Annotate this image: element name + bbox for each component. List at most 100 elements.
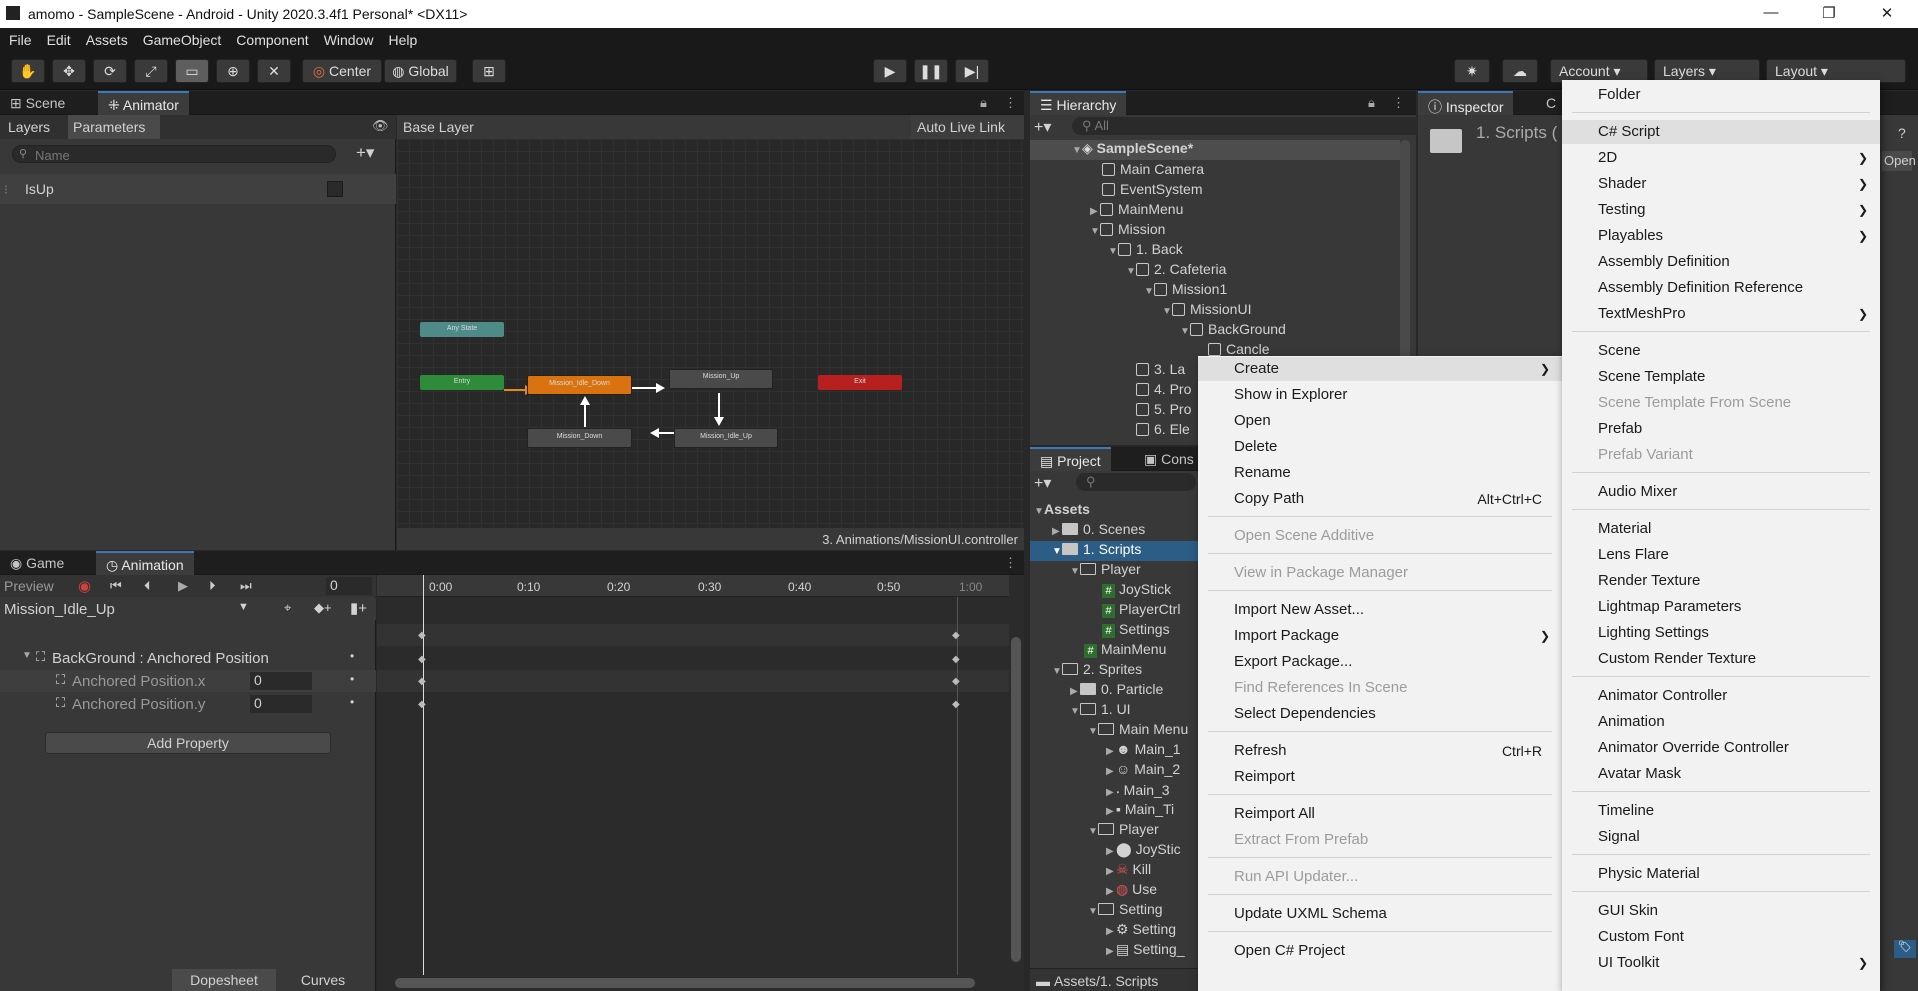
menu-item-shader[interactable]: Shader ❯ <box>1562 172 1880 196</box>
state-exit[interactable]: Exit <box>818 375 902 390</box>
keyframe-diamond-icon[interactable]: ◆ <box>418 699 426 710</box>
project-add-button[interactable]: +▾ <box>1034 473 1051 493</box>
project-item[interactable]: # Settings <box>1102 621 1170 641</box>
menu-item-delete[interactable]: Delete <box>1198 435 1562 459</box>
project-item[interactable]: ▼Assets <box>1034 501 1090 521</box>
tab-console[interactable]: ▣ Cons <box>1134 447 1204 471</box>
kebab-menu-icon[interactable]: ⋮ <box>1004 555 1017 571</box>
menu-item-textmeshpro[interactable]: TextMeshPro ❯ <box>1562 302 1880 326</box>
tab-scene[interactable]: ⊞ Scene <box>0 91 75 115</box>
project-item[interactable]: ▼ Main Menu <box>1088 721 1188 741</box>
eye-icon[interactable]: 👁︎ <box>372 118 389 134</box>
rect-tool-icon[interactable]: ▭ <box>175 59 209 83</box>
property-group-row[interactable]: ▼ ⛶ BackGround : Anchored Position • <box>0 647 376 669</box>
hierarchy-item[interactable]: EventSystem <box>1102 181 1202 201</box>
project-item[interactable]: ▶ ⬤ JoyStic <box>1106 841 1181 861</box>
project-item[interactable]: ▼ Player <box>1088 821 1159 841</box>
hierarchy-item-scene[interactable]: ▼◈ SampleScene* <box>1030 140 1400 160</box>
snap-icon[interactable]: ⊞ <box>472 59 506 83</box>
project-item[interactable]: ▶ ◍ Use <box>1106 881 1157 901</box>
add-parameter-button[interactable]: +▾ <box>356 143 374 163</box>
curves-tab[interactable]: Curves <box>280 969 366 991</box>
pivot-global-toggle[interactable]: ◍ Global <box>384 59 457 83</box>
menu-item-custom-render-texture[interactable]: Custom Render Texture <box>1562 647 1880 671</box>
preview-toggle[interactable]: Preview <box>4 578 64 594</box>
state-any-state[interactable]: Any State <box>420 322 504 337</box>
menu-item-render-texture[interactable]: Render Texture <box>1562 569 1880 593</box>
expand-triangle-icon[interactable]: ▼ <box>22 650 32 661</box>
keyframe-diamond-icon[interactable]: ◆ <box>418 654 426 665</box>
project-item[interactable]: ▶ ☺ Main_2 <box>1106 761 1180 781</box>
project-item[interactable]: ▶ ▪ Main_Ti <box>1106 801 1174 821</box>
menu-item-export-package[interactable]: Export Package... <box>1198 650 1562 674</box>
state-mission-up[interactable]: Mission_Up <box>669 369 773 389</box>
clip-dropdown[interactable]: Mission_Idle_Up <box>4 601 254 618</box>
menu-item-reimport-all[interactable]: Reimport All <box>1198 802 1562 826</box>
step-button[interactable]: ▶| <box>955 59 989 83</box>
state-mission-idle-down[interactable]: Mission_Idle_Down <box>527 375 632 395</box>
menu-item-animator-controller[interactable]: Animator Controller <box>1562 684 1880 708</box>
project-item[interactable]: ▶ 0. Particle <box>1070 681 1163 701</box>
menu-item-physic-material[interactable]: Physic Material <box>1562 862 1880 886</box>
menu-item-rename[interactable]: Rename <box>1198 461 1562 485</box>
menu-gameobject[interactable]: GameObject <box>134 28 228 48</box>
keyframe-diamond-icon[interactable]: ◆ <box>952 654 960 665</box>
add-property-button[interactable]: Add Property <box>45 732 331 754</box>
menu-item-update-uxml-schema[interactable]: Update UXML Schema <box>1198 902 1562 926</box>
hierarchy-item[interactable]: ▼ Mission <box>1090 221 1165 241</box>
add-keyframe-icon[interactable]: ⌖ <box>284 600 291 616</box>
menu-item-gui-skin[interactable]: GUI Skin <box>1562 899 1880 923</box>
animator-graph[interactable]: Base Layer Auto Live Link Any State Entr… <box>397 115 1024 550</box>
menu-item-find-references-in-scene[interactable]: Find References In Scene <box>1198 676 1562 700</box>
scale-tool-icon[interactable]: ⤢ <box>134 59 168 83</box>
hierarchy-item[interactable]: Main Camera <box>1102 161 1204 181</box>
lock-icon[interactable]: 🔒︎ <box>1368 95 1375 111</box>
menu-item-import-new-asset[interactable]: Import New Asset... <box>1198 598 1562 622</box>
menu-item-copy-path[interactable]: Copy Path Alt+Ctrl+C <box>1198 487 1562 511</box>
state-mission-idle-up[interactable]: Mission_Idle_Up <box>674 428 778 448</box>
hierarchy-item[interactable]: ▶ MainMenu <box>1090 201 1183 221</box>
project-item-selected[interactable]: ▼ 1. Scripts <box>1030 541 1200 561</box>
menu-item-show-in-explorer[interactable]: Show in Explorer <box>1198 383 1562 407</box>
parameter-search-input[interactable]: ⚲ Name <box>12 145 336 163</box>
menu-window[interactable]: Window <box>315 28 380 48</box>
menu-item-open-c-project[interactable]: Open C# Project <box>1198 939 1562 963</box>
menu-item-scene-template[interactable]: Scene Template <box>1562 365 1880 389</box>
menu-item-folder[interactable]: Folder <box>1562 83 1880 107</box>
hierarchy-search-input[interactable]: ⚲ All <box>1072 117 1444 135</box>
hierarchy-item[interactable]: ▼ BackGround <box>1180 321 1286 341</box>
project-item[interactable]: # JoyStick <box>1102 581 1171 601</box>
property-row[interactable]: ⛶ Anchored Position.y 0 • <box>0 693 376 715</box>
menu-item-timeline[interactable]: Timeline <box>1562 799 1880 823</box>
transform-tool-icon[interactable]: ⊕ <box>216 59 250 83</box>
menu-item-playables[interactable]: Playables ❯ <box>1562 224 1880 248</box>
minimize-button[interactable]: — <box>1756 4 1786 21</box>
menu-item-scene-template-from-scene[interactable]: Scene Template From Scene <box>1562 391 1880 415</box>
add-event-icon[interactable]: ◆+ <box>314 600 332 616</box>
menu-item-refresh[interactable]: Refresh Ctrl+R <box>1198 739 1562 763</box>
pivot-center-toggle[interactable]: ◎ Center <box>302 59 382 83</box>
property-options-icon[interactable]: • <box>350 695 354 709</box>
menu-item-audio-mixer[interactable]: Audio Mixer <box>1562 480 1880 504</box>
project-item[interactable]: ▶ ▤ Setting_ <box>1106 941 1185 961</box>
keyframe-diamond-icon[interactable]: ◆ <box>952 630 960 641</box>
parameter-name[interactable]: IsUp <box>25 181 54 197</box>
menu-item-open-scene-additive[interactable]: Open Scene Additive <box>1198 524 1562 548</box>
menu-item-animator-override-controller[interactable]: Animator Override Controller <box>1562 736 1880 760</box>
lock-icon[interactable]: 🔒︎ <box>980 95 987 111</box>
project-item[interactable]: ▼ Setting <box>1088 901 1163 921</box>
inspector-open-button[interactable]: Open <box>1882 151 1916 171</box>
tab-hierarchy[interactable]: ☰ Hierarchy <box>1030 91 1127 115</box>
keyframe-diamond-icon[interactable]: ◆ <box>952 676 960 687</box>
property-row[interactable]: ⛶ Anchored Position.x 0 • <box>0 670 376 692</box>
project-item[interactable]: ▼ 2. Sprites <box>1052 661 1142 681</box>
project-search-input[interactable]: ⚲ <box>1076 473 1196 491</box>
menu-item-testing[interactable]: Testing ❯ <box>1562 198 1880 222</box>
menu-item-run-api-updater[interactable]: Run API Updater... <box>1198 865 1562 889</box>
keyframe-diamond-icon[interactable]: ◆ <box>418 630 426 641</box>
hierarchy-item[interactable]: 6. Ele <box>1136 421 1190 441</box>
menu-help[interactable]: Help <box>379 28 423 48</box>
play-button[interactable]: ▶ <box>873 59 907 83</box>
menu-item-lens-flare[interactable]: Lens Flare <box>1562 543 1880 567</box>
tab-project[interactable]: ▤ Project <box>1030 447 1111 471</box>
